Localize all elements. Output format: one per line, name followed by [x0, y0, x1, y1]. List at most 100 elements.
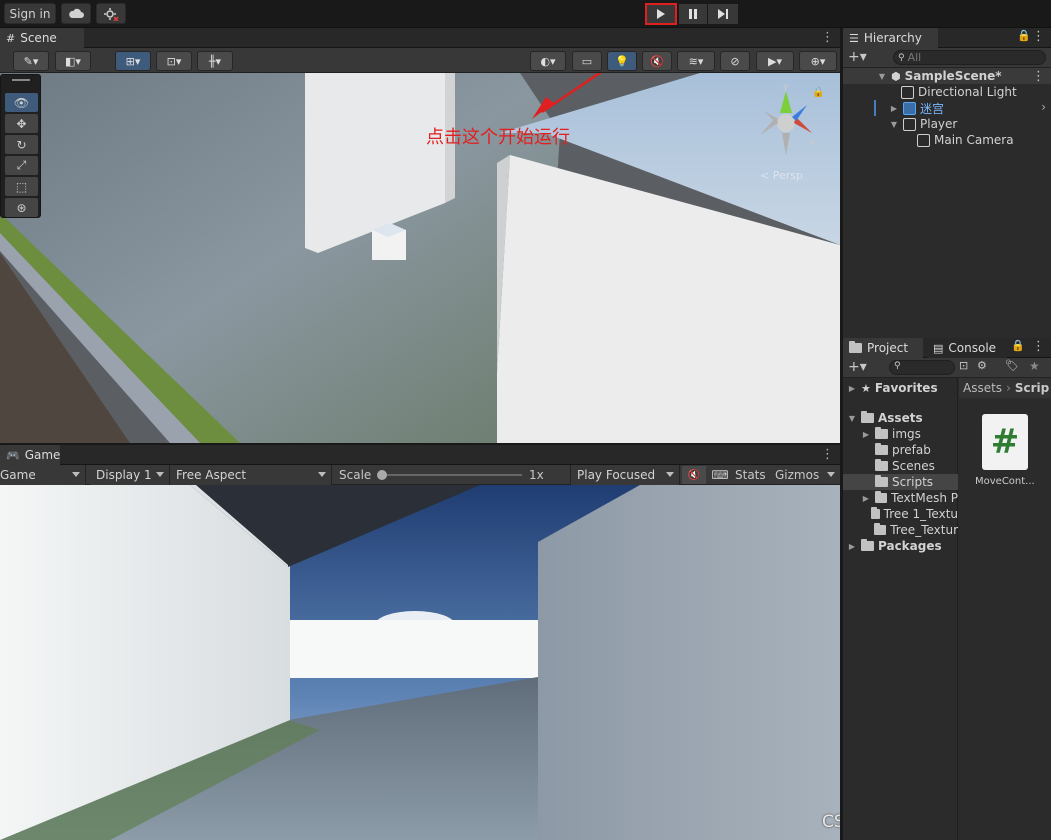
audio-toggle[interactable]: 🔇: [642, 51, 672, 71]
gizmos-dropdown[interactable]: ⊕▾: [799, 51, 837, 71]
horizontal-splitter[interactable]: [0, 443, 840, 445]
mute-audio-toggle[interactable]: 🔇: [682, 466, 706, 484]
hierarchy-search-input[interactable]: ⚲ All: [893, 50, 1046, 65]
tab-hierarchy[interactable]: ☰ Hierarchy: [843, 28, 938, 48]
hierarchy-item-camera[interactable]: Main Camera: [917, 132, 1014, 148]
grid-plane-dropdown[interactable]: ⊡▾: [156, 51, 192, 71]
rect-tool-button[interactable]: ⬚: [5, 177, 38, 196]
hierarchy-item-maze[interactable]: ▶ 迷宫: [889, 100, 944, 116]
gizmos-button[interactable]: Gizmos: [775, 468, 819, 482]
lighting-toggle[interactable]: 💡: [607, 51, 637, 71]
step-button[interactable]: [708, 4, 738, 24]
expand-arrow-icon[interactable]: ▼: [889, 120, 899, 129]
display-select[interactable]: Display 1: [90, 465, 170, 485]
tab-project[interactable]: Project: [843, 338, 923, 358]
folder-row[interactable]: ▶ TextMesh P: [861, 490, 958, 506]
unity-icon: ⬢: [891, 69, 901, 83]
packages-row[interactable]: ▶ Packages: [847, 538, 942, 554]
breadcrumb-current[interactable]: Scrip: [1015, 381, 1049, 395]
draw-mode-dropdown[interactable]: ✎▾: [13, 51, 49, 71]
scene-menu-icon[interactable]: ⋮: [1032, 69, 1045, 84]
game-view-select[interactable]: Game: [0, 465, 86, 485]
hierarchy-item-light[interactable]: Directional Light: [901, 84, 1017, 100]
pause-button[interactable]: [679, 4, 707, 24]
collapse-arrow-icon[interactable]: ▶: [847, 384, 857, 393]
gizmos-dropdown-icon[interactable]: [827, 472, 835, 477]
view-tool-button[interactable]: 👁: [5, 93, 38, 112]
shading-mode-dropdown[interactable]: ◐▾: [530, 51, 566, 71]
collapse-arrow-icon[interactable]: ▶: [847, 542, 857, 551]
filter-type-icon[interactable]: ⚙: [977, 359, 987, 372]
top-toolbar: Sign in: [0, 0, 1051, 28]
play-focused-select[interactable]: Play Focused: [570, 465, 680, 485]
scale-tool-button[interactable]: ⤢: [5, 156, 38, 175]
move-tool-button[interactable]: ✥: [5, 114, 38, 133]
folder-icon: [861, 539, 874, 551]
chevron-right-icon[interactable]: ›: [1041, 100, 1046, 114]
kebab-menu-icon[interactable]: ⋮: [1032, 339, 1045, 354]
play-button[interactable]: [645, 3, 677, 25]
grid-icon: #: [6, 31, 16, 45]
game-viewport[interactable]: CSDN @风吹落叶花飘荡: [0, 485, 840, 840]
asset-label[interactable]: MoveCont...: [975, 476, 1035, 487]
collab-button[interactable]: [96, 3, 126, 24]
search-options-icon[interactable]: ⊡: [959, 359, 968, 372]
kebab-menu-icon[interactable]: ⋮: [821, 447, 834, 462]
collapse-arrow-icon[interactable]: ▶: [889, 104, 899, 113]
hierarchy-item-scene[interactable]: ▼ ⬢ SampleScene*: [877, 68, 1002, 84]
annotation-text: 点击这个开始运行: [426, 127, 570, 148]
kebab-menu-icon[interactable]: ⋮: [821, 30, 834, 45]
folder-row-selected[interactable]: Scripts: [861, 474, 933, 490]
console-icon: ▤: [933, 341, 944, 355]
star-icon[interactable]: ★: [1029, 359, 1040, 373]
expand-arrow-icon[interactable]: ▼: [877, 72, 887, 81]
collapse-arrow-icon[interactable]: ▶: [861, 430, 871, 439]
rotate-tool-button[interactable]: ↻: [5, 135, 38, 154]
stats-button[interactable]: Stats: [735, 468, 766, 482]
favorites-row[interactable]: ▶ ★ Favorites: [847, 380, 938, 396]
tab-scene[interactable]: # Scene: [0, 28, 84, 48]
project-search-input[interactable]: ⚲: [889, 360, 955, 375]
aspect-select[interactable]: Free Aspect: [170, 465, 332, 485]
tab-game[interactable]: 🎮 Game: [0, 445, 60, 465]
folder-row[interactable]: Tree_Textur: [861, 522, 958, 538]
add-icon[interactable]: +▾: [848, 49, 867, 65]
svg-text:x: x: [810, 138, 816, 148]
scene-viewport[interactable]: 点击这个开始运行 y x < Persp 🔒: [0, 73, 840, 443]
lock-icon[interactable]: 🔒: [1017, 29, 1031, 42]
breadcrumb-root[interactable]: Assets: [963, 381, 1002, 395]
csharp-script-icon[interactable]: #: [982, 414, 1028, 470]
2d-toggle[interactable]: ▭: [572, 51, 602, 71]
cloud-button[interactable]: [61, 3, 91, 24]
tab-console[interactable]: ▤ Console: [927, 338, 1007, 358]
effects-dropdown[interactable]: ≋▾: [677, 51, 715, 71]
drag-handle-icon[interactable]: [12, 79, 30, 81]
folder-row[interactable]: ▶ imgs: [861, 426, 921, 442]
collapse-arrow-icon[interactable]: ▶: [861, 494, 871, 503]
assets-row[interactable]: ▼ Assets: [847, 410, 923, 426]
label-icon[interactable]: 🏷: [1005, 359, 1019, 372]
keyboard-toggle[interactable]: ⌨: [708, 466, 732, 484]
lock-icon[interactable]: 🔒: [1011, 339, 1025, 352]
increment-snap-dropdown[interactable]: ╫▾: [197, 51, 233, 71]
expand-arrow-icon[interactable]: ▼: [847, 414, 857, 423]
grid-plane-icon: ⊡▾: [166, 54, 182, 68]
hidden-toggle[interactable]: ⊘: [720, 51, 750, 71]
eye-off-icon: ⊘: [730, 54, 740, 68]
folder-row[interactable]: Tree 1_Textu: [861, 506, 958, 522]
sign-in-button[interactable]: Sign in: [4, 3, 56, 24]
transform-tool-button[interactable]: ⊛: [5, 198, 38, 217]
hierarchy-item-player[interactable]: ▼ Player: [889, 116, 957, 132]
lock-icon[interactable]: 🔒: [812, 87, 824, 98]
scale-slider-handle[interactable]: [377, 470, 387, 480]
persp-label[interactable]: < Persp: [760, 169, 803, 182]
game-tab-label: Game: [24, 448, 61, 462]
camera-dropdown[interactable]: ▶▾: [756, 51, 794, 71]
folder-row[interactable]: Scenes: [861, 458, 935, 474]
add-icon[interactable]: +▾: [848, 359, 867, 375]
folder-row[interactable]: prefab: [861, 442, 931, 458]
scale-slider[interactable]: [380, 474, 522, 476]
kebab-menu-icon[interactable]: ⋮: [1032, 29, 1045, 44]
grid-snap-toggle[interactable]: ⊞▾: [115, 51, 151, 71]
shading-dropdown[interactable]: ◧▾: [55, 51, 91, 71]
